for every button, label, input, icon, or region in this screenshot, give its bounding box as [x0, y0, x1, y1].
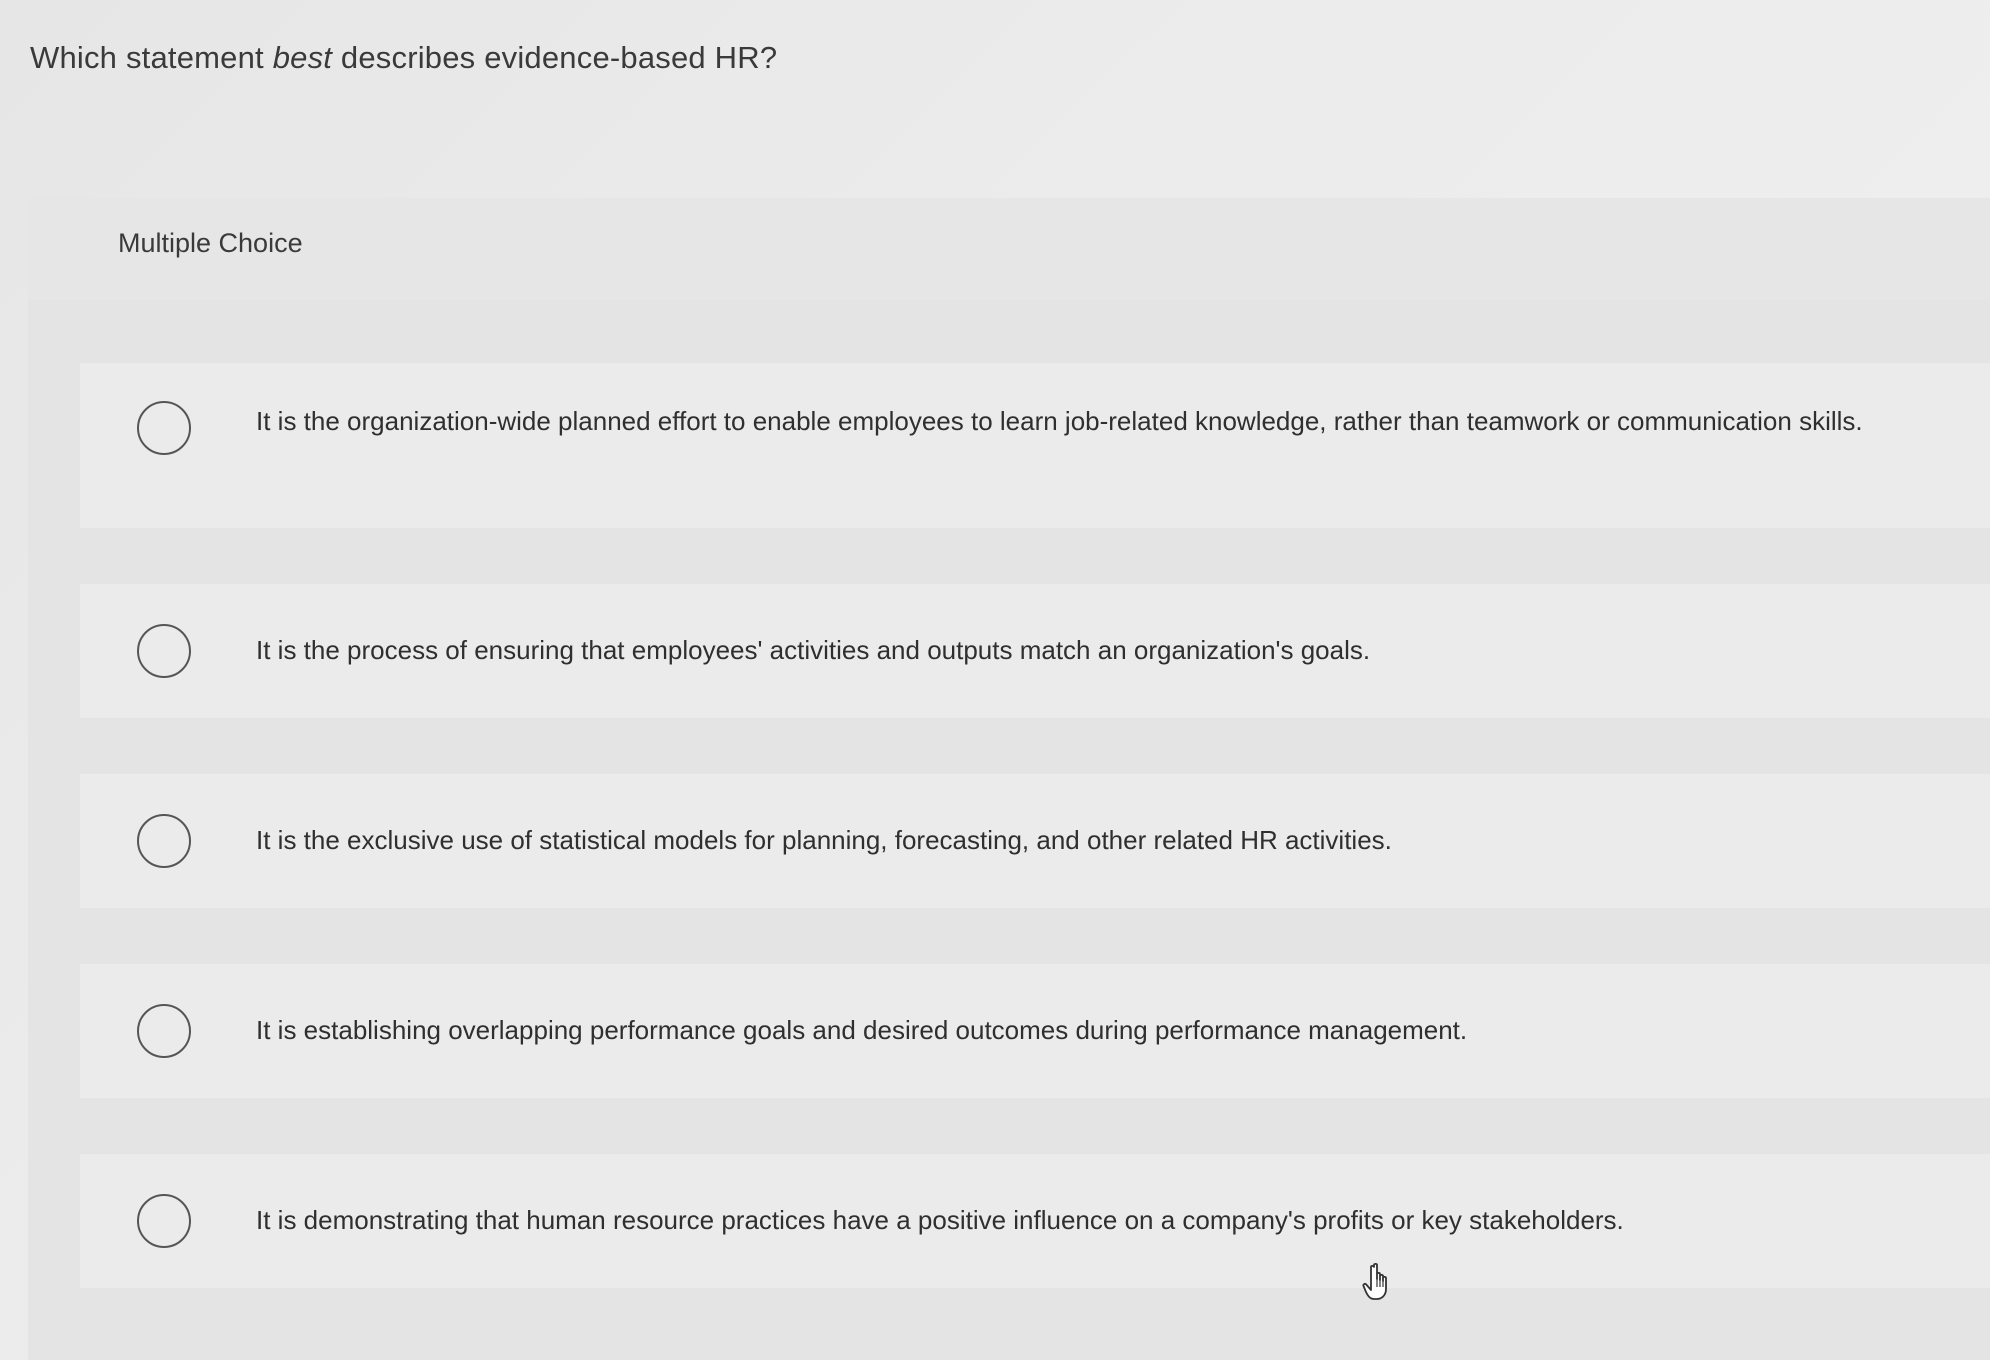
- radio-unchecked-icon[interactable]: [137, 1194, 191, 1248]
- question-prefix: Which statement: [30, 40, 273, 75]
- radio-unchecked-icon[interactable]: [137, 401, 191, 455]
- radio-unchecked-icon[interactable]: [137, 624, 191, 678]
- question-text: Which statement best describes evidence-…: [30, 40, 777, 76]
- choice-label: It is the organization-wide planned effo…: [256, 406, 1863, 436]
- choice-label: It is demonstrating that human resource …: [256, 1205, 1624, 1235]
- question-type-label: Multiple Choice: [118, 228, 303, 258]
- hand-pointer-icon: [1362, 1262, 1387, 1300]
- radio-unchecked-icon[interactable]: [137, 1004, 191, 1058]
- panel-header: Multiple Choice: [28, 198, 1990, 300]
- multiple-choice-panel: Multiple Choice It is the organization-w…: [28, 198, 1990, 1360]
- choice-option-1[interactable]: It is the organization-wide planned effo…: [80, 363, 1990, 528]
- choice-label: It is the exclusive use of statistical m…: [256, 825, 1392, 855]
- choice-option-3[interactable]: It is the exclusive use of statistical m…: [80, 774, 1990, 908]
- choice-option-4[interactable]: It is establishing overlapping performan…: [80, 964, 1990, 1098]
- choice-list: It is the organization-wide planned effo…: [80, 363, 1990, 1288]
- radio-unchecked-icon[interactable]: [137, 814, 191, 868]
- choice-label: It is establishing overlapping performan…: [256, 1015, 1468, 1045]
- question-emphasis: best: [272, 40, 333, 75]
- choice-label: It is the process of ensuring that emplo…: [256, 635, 1371, 665]
- choice-option-2[interactable]: It is the process of ensuring that emplo…: [80, 584, 1990, 718]
- question-suffix: describes evidence-based HR?: [332, 40, 778, 75]
- choice-option-5[interactable]: It is demonstrating that human resource …: [80, 1154, 1990, 1288]
